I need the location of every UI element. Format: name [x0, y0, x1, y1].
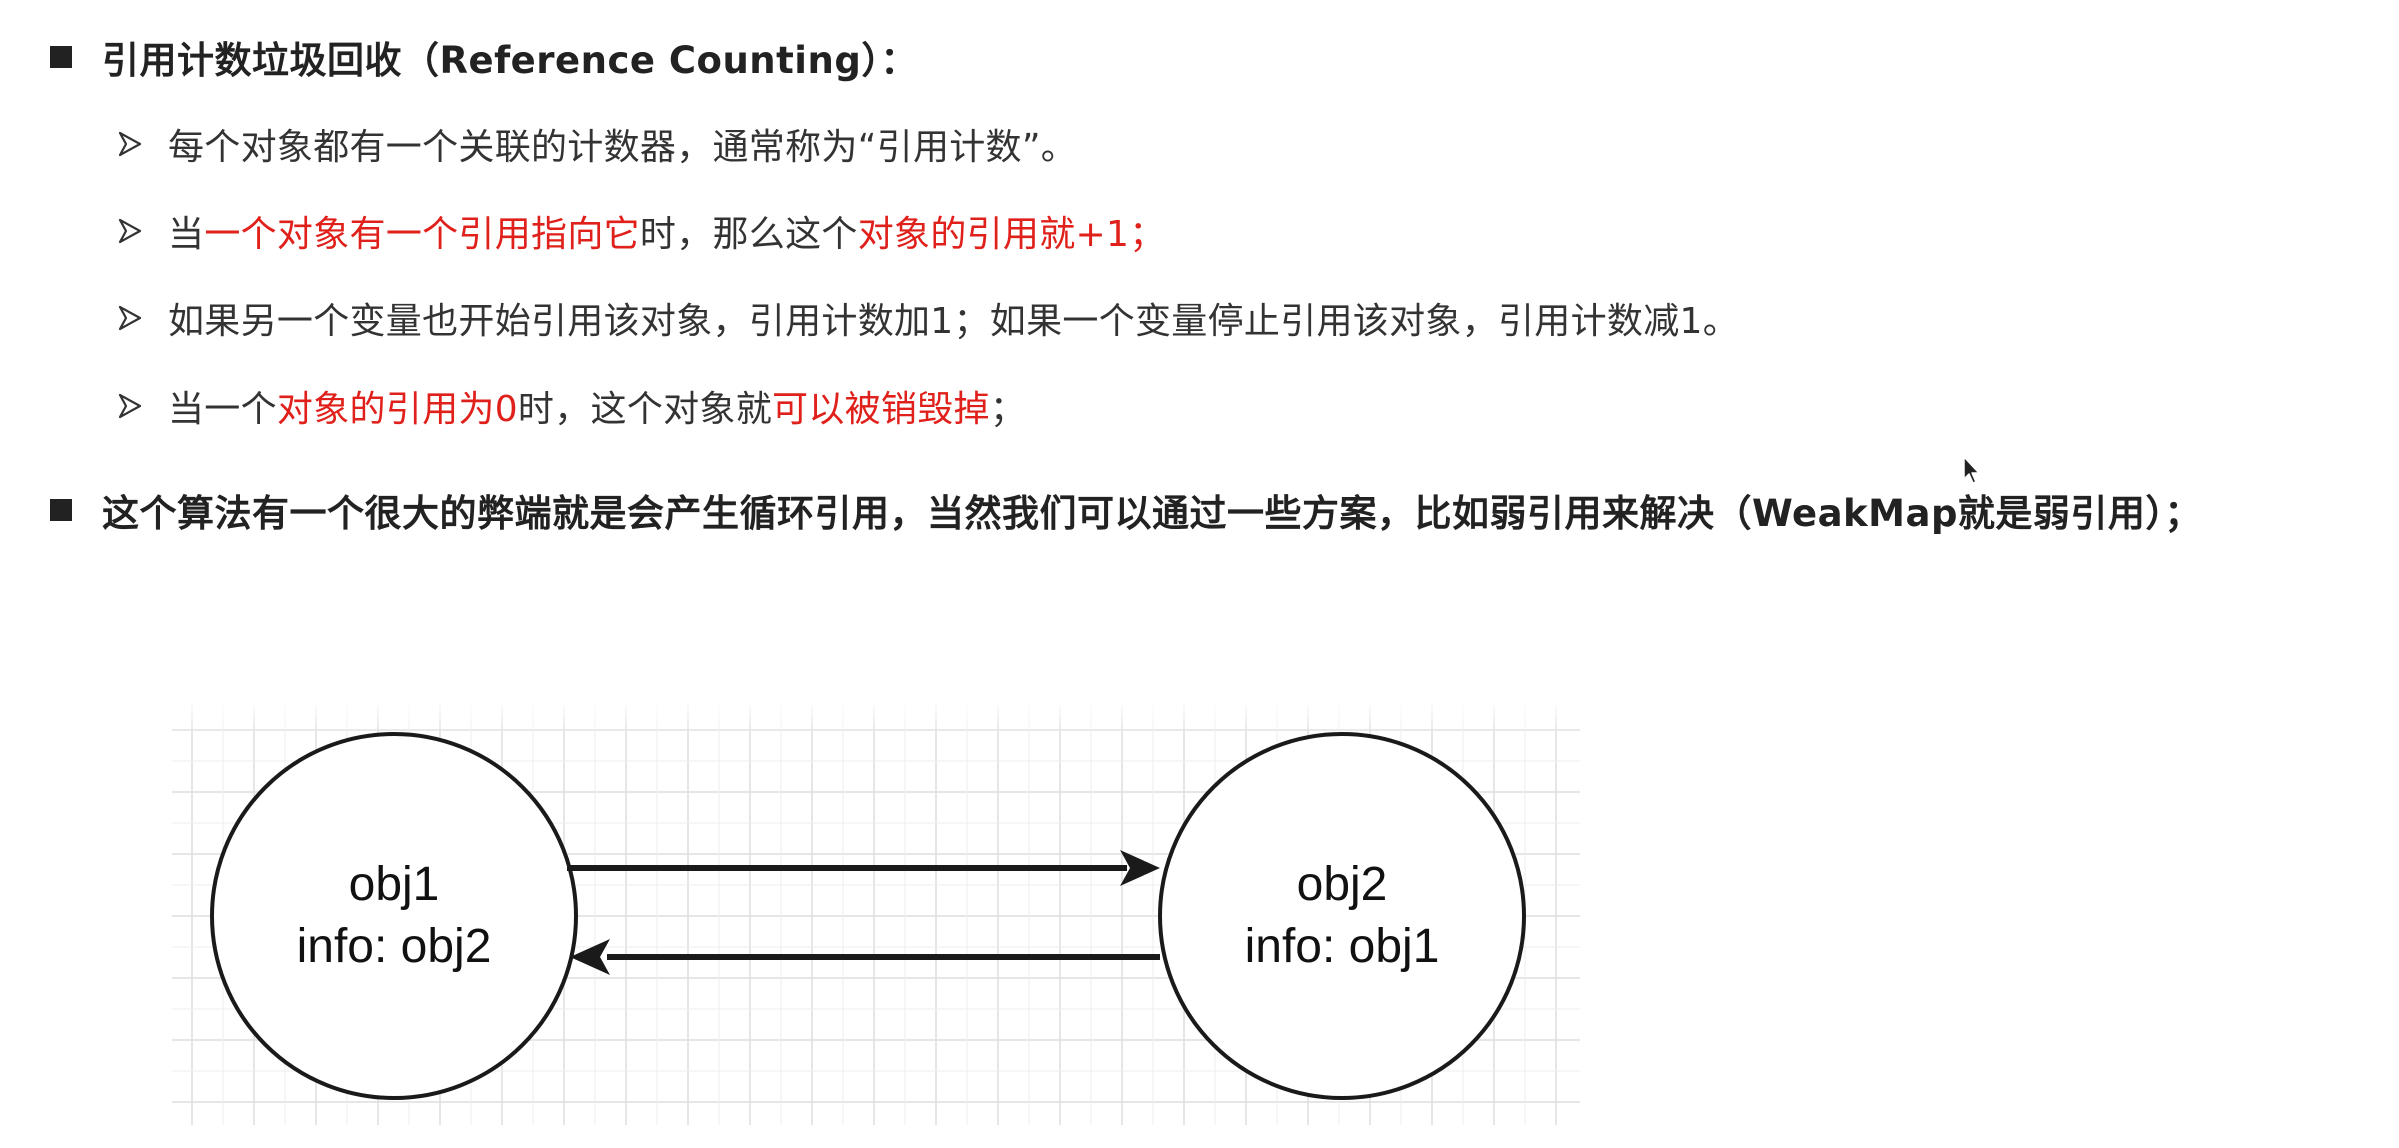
node-obj1: obj1 info: obj2: [210, 732, 578, 1100]
bullet-reference-counting: 引用计数垃圾回收（Reference Counting）：: [50, 30, 918, 84]
sub-item-text: 时，这个对象就: [517, 389, 773, 430]
bullet-heading-text: 引用计数垃圾回收（Reference Counting）：: [102, 39, 918, 82]
mouse-cursor-icon: [1963, 456, 1980, 484]
sub-item-highlight: 对象的引用为0: [276, 389, 518, 430]
square-bullet-icon: [50, 499, 72, 521]
sub-item-highlight: 对象的引用就+1；: [857, 214, 1166, 255]
bullet-circular-reference: 这个算法有一个很大的弊端就是会产生循环引用，当然我们可以通过一些方案，比如弱引用…: [50, 483, 2202, 537]
sub-item-add-remove: 如果另一个变量也开始引用该对象，引用计数加1；如果一个变量停止引用该对象，引用计…: [118, 292, 1739, 344]
arrow-bullet-icon: [118, 131, 142, 157]
node-obj2-info: info: obj1: [1245, 920, 1440, 973]
node-obj2: obj2 info: obj1: [1158, 732, 1526, 1100]
circular-reference-diagram: obj1 info: obj2 obj2 info: obj1: [172, 700, 1580, 1125]
sub-item-highlight: 一个对象有一个引用指向它: [204, 214, 640, 255]
sub-item-text: 当: [168, 214, 205, 255]
arrow-bullet-icon: [118, 393, 142, 419]
sub-item-text: 每个对象都有一个关联的计数器，通常称为“引用计数”。: [168, 127, 1078, 168]
node-obj2-name: obj2: [1297, 858, 1388, 911]
bullet-heading-text: 这个算法有一个很大的弊端就是会产生循环引用，当然我们可以通过一些方案，比如弱引用…: [102, 492, 2202, 535]
sub-item-counter: 每个对象都有一个关联的计数器，通常称为“引用计数”。: [118, 118, 1077, 170]
arrow-bullet-icon: [118, 305, 142, 331]
node-obj1-name: obj1: [349, 858, 440, 911]
sub-item-increment: 当一个对象有一个引用指向它 时，那么这个 对象的引用就+1；: [118, 205, 1166, 257]
square-bullet-icon: [50, 46, 72, 68]
sub-item-zero: 当一个 对象的引用为0 时，这个对象就 可以被销毁掉；: [118, 380, 1026, 432]
sub-item-text: 如果另一个变量也开始引用该对象，引用计数加1；如果一个变量停止引用该对象，引用计…: [168, 301, 1740, 342]
node-obj1-info: info: obj2: [297, 920, 492, 973]
sub-item-text: 当一个: [168, 389, 277, 430]
sub-item-text: ；: [989, 389, 1027, 430]
arrow-bullet-icon: [118, 218, 142, 244]
sub-item-text: 时，那么这个: [639, 214, 858, 255]
sub-item-highlight: 可以被销毁掉: [772, 389, 990, 430]
